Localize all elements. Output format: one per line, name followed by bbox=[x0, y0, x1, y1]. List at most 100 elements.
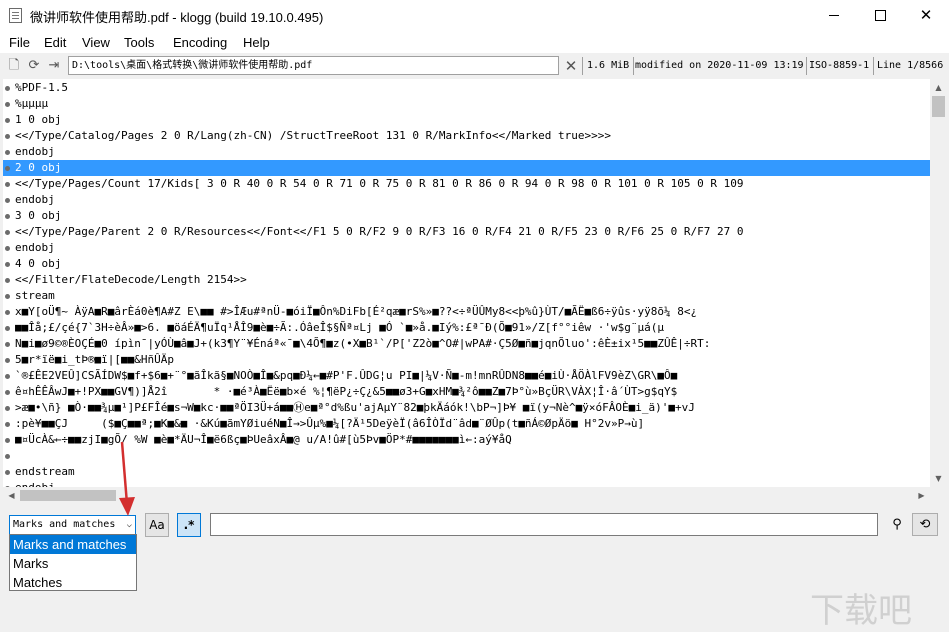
follow-icon[interactable]: ⇥ bbox=[45, 57, 63, 75]
close-icon: ✕ bbox=[919, 6, 933, 24]
log-line[interactable]: endobj bbox=[3, 144, 930, 160]
refresh-icon[interactable]: ⟲ bbox=[912, 513, 938, 536]
line-marker-dot bbox=[5, 118, 10, 123]
menu-encoding[interactable]: Encoding bbox=[173, 35, 227, 50]
log-line[interactable]: 4 0 obj bbox=[3, 256, 930, 272]
log-line-text: ■¤ÜcÀ&←÷■■zjI■gÕ/ %W ■è■*ÄU¬Î■ë6ßç■ÞUeâx… bbox=[15, 433, 512, 446]
search-icon[interactable]: ⚲ bbox=[886, 513, 908, 536]
log-line[interactable]: endobj bbox=[3, 240, 930, 256]
log-line-text: <</Filter/FlateDecode/Length 2154>> bbox=[15, 273, 247, 286]
log-line[interactable]: 1 0 obj bbox=[3, 112, 930, 128]
menu-view[interactable]: View bbox=[82, 35, 110, 50]
log-line[interactable]: stream bbox=[3, 288, 930, 304]
log-line[interactable]: :pè¥■■ÇJ ($■Ç■■ª;■K■&■ ·&Kú■ãmYØiuéN■Î→>… bbox=[3, 416, 930, 432]
modified-date: modified on 2020-11-09 13:19 bbox=[635, 60, 804, 71]
log-line[interactable]: N■i■ø9©®ÈOÇÉ■0 ípìn¯|yÓÙ■â■J+(k3¶Y¨¥Énáª… bbox=[3, 336, 930, 352]
file-path-field[interactable]: D:\tools\桌面\格式转换\微讲师软件使用帮助.pdf bbox=[68, 56, 559, 75]
arrow-head bbox=[119, 497, 135, 516]
watermark: 下载吧 bbox=[810, 592, 912, 630]
line-marker-dot bbox=[5, 278, 10, 283]
log-line-text: `®£ÊE2VEÛ]CSÃÍDW$■f+$6■+¨°■ãÎkã§■NOÒ■Î■&… bbox=[15, 369, 678, 382]
log-line-text: x■Y[oÜ¶~ ÀÿA■R■ârÈá0è¶A#Z E\■■ #>ÎÆu#ªnÜ… bbox=[15, 305, 698, 318]
search-mode-dropdown: Marks and matches Marks Matches bbox=[9, 534, 137, 591]
line-marker-dot bbox=[5, 246, 10, 251]
log-line-text: endobj bbox=[15, 145, 55, 158]
log-line[interactable]: ■■Îå;£/çé{7`3H÷èÂ»■>6. ■öáÉÄ¶uÏq¹ÅÎ9■è■÷… bbox=[3, 320, 930, 336]
dropdown-option-matches[interactable]: Matches bbox=[10, 573, 136, 592]
window-title: 微讲师软件使用帮助.pdf - klogg (build 19.10.0.495… bbox=[30, 10, 324, 25]
line-marker-dot bbox=[5, 230, 10, 235]
log-line[interactable]: `®£ÊE2VEÛ]CSÃÍDW$■f+$6■+¨°■ãÎkã§■NOÒ■Î■&… bbox=[3, 368, 930, 384]
line-marker-dot bbox=[5, 470, 10, 475]
maximize-button[interactable] bbox=[857, 0, 903, 31]
maximize-icon bbox=[874, 10, 886, 21]
dropdown-option-marks[interactable]: Marks bbox=[10, 554, 136, 573]
log-line-text: <</Type/Catalog/Pages 2 0 R/Lang(zh-CN) … bbox=[15, 129, 612, 142]
scroll-right-icon[interactable]: ▶ bbox=[913, 487, 930, 504]
log-line[interactable]: ê¤hÊÊÂwJ■+!PX■■GV¶)]Å2î * ·■é³À■Ëë■b×é %… bbox=[3, 384, 930, 400]
line-marker-dot bbox=[5, 182, 10, 187]
menu-bar: File Edit View Tools Encoding Help bbox=[0, 31, 949, 53]
line-marker-dot bbox=[5, 214, 10, 219]
arrow-shaft bbox=[120, 441, 129, 505]
line-marker-dot bbox=[5, 374, 10, 379]
search-input[interactable] bbox=[210, 513, 878, 536]
vertical-scrollbar[interactable]: ▲ ▼ bbox=[930, 79, 947, 487]
menu-help[interactable]: Help bbox=[243, 35, 270, 50]
log-line[interactable]: x■Y[oÜ¶~ ÀÿA■R■ârÈá0è¶A#Z E\■■ #>ÎÆu#ªnÜ… bbox=[3, 304, 930, 320]
log-line[interactable]: endobj bbox=[3, 192, 930, 208]
log-line[interactable]: 5■r*ïë■i_tÞ®■ï|[■■&HñÛÄp bbox=[3, 352, 930, 368]
log-line[interactable]: %µµµµ bbox=[3, 96, 930, 112]
scroll-down-icon[interactable]: ▼ bbox=[930, 470, 947, 487]
bottom-panel bbox=[0, 591, 949, 622]
menu-edit[interactable]: Edit bbox=[44, 35, 66, 50]
log-line-text: %µµµµ bbox=[15, 97, 49, 110]
open-file-icon[interactable]: 🗋 bbox=[5, 57, 23, 75]
line-marker-dot bbox=[5, 310, 10, 315]
match-case-button[interactable]: Aa bbox=[145, 513, 169, 537]
log-line-text: 5■r*ïë■i_tÞ®■ï|[■■&HñÛÄp bbox=[15, 353, 174, 366]
log-line-text: 4 0 obj bbox=[15, 257, 62, 270]
close-button[interactable]: ✕ bbox=[903, 0, 949, 31]
line-marker-dot bbox=[5, 342, 10, 347]
log-line[interactable]: <</Type/Catalog/Pages 2 0 R/Lang(zh-CN) … bbox=[3, 128, 930, 144]
log-line-text: stream bbox=[15, 289, 55, 302]
log-line[interactable]: 3 0 obj bbox=[3, 208, 930, 224]
scroll-up-icon[interactable]: ▲ bbox=[930, 79, 947, 96]
minimize-button[interactable] bbox=[811, 0, 857, 31]
status-separator bbox=[873, 57, 874, 75]
reload-icon[interactable]: ⟳ bbox=[25, 57, 43, 75]
log-line[interactable]: <</Type/Pages/Count 17/Kids[ 3 0 R 40 0 … bbox=[3, 176, 930, 192]
menu-file[interactable]: File bbox=[9, 35, 30, 50]
line-marker-dot bbox=[5, 150, 10, 155]
log-line-text: <</Type/Page/Parent 2 0 R/Resources<</Fo… bbox=[15, 225, 744, 238]
status-separator bbox=[806, 57, 807, 75]
line-marker-dot bbox=[5, 102, 10, 107]
log-line[interactable]: <</Filter/FlateDecode/Length 2154>> bbox=[3, 272, 930, 288]
title-bar: 微讲师软件使用帮助.pdf - klogg (build 19.10.0.495… bbox=[0, 0, 949, 31]
log-line[interactable]: >æ■•\ñ} ■Ò·■■¾µ■¹]P£FÎé■s¬W■kc·■■ªÖI3Ü+á… bbox=[3, 400, 930, 416]
scroll-left-icon[interactable]: ◀ bbox=[3, 487, 20, 504]
log-line-text: 3 0 obj bbox=[15, 209, 62, 222]
file-size: 1.6 MiB bbox=[587, 60, 630, 71]
log-line-text: endobj bbox=[15, 480, 55, 487]
log-line-text: ■■Îå;£/çé{7`3H÷èÂ»■>6. ■öáÉÄ¶uÏq¹ÅÎ9■è■÷… bbox=[15, 321, 665, 334]
log-line-text: 2 0 obj bbox=[15, 161, 62, 174]
log-line[interactable]: <</Type/Page/Parent 2 0 R/Resources<</Fo… bbox=[3, 224, 930, 240]
vertical-scroll-thumb[interactable] bbox=[932, 96, 945, 117]
log-line-text: endstream bbox=[15, 465, 75, 478]
log-line-text: <</Type/Pages/Count 17/Kids[ 3 0 R 40 0 … bbox=[15, 177, 744, 190]
dropdown-option-marks-and-matches[interactable]: Marks and matches bbox=[10, 535, 136, 554]
close-file-icon[interactable]: ✕ bbox=[563, 57, 579, 75]
log-line-text: %PDF-1.5 bbox=[15, 81, 68, 94]
log-text-view[interactable]: %PDF-1.5 %µµµµ 1 0 obj <</Type/Catalog/Page… bbox=[3, 79, 930, 487]
line-marker-dot bbox=[5, 454, 10, 459]
toolbar: 🗋 ⟳ ⇥ D:\tools\桌面\格式转换\微讲师软件使用帮助.pdf ✕ 1… bbox=[0, 54, 949, 78]
menu-tools[interactable]: Tools bbox=[124, 35, 154, 50]
log-line-text: ê¤hÊÊÂwJ■+!PX■■GV¶)]Å2î * ·■é³À■Ëë■b×é %… bbox=[15, 385, 678, 398]
log-line[interactable]: %PDF-1.5 bbox=[3, 80, 930, 96]
regex-button[interactable]: .* bbox=[177, 513, 201, 537]
log-line[interactable]: 2 0 obj bbox=[3, 160, 930, 176]
line-marker-dot bbox=[5, 198, 10, 203]
line-marker-dot bbox=[5, 134, 10, 139]
